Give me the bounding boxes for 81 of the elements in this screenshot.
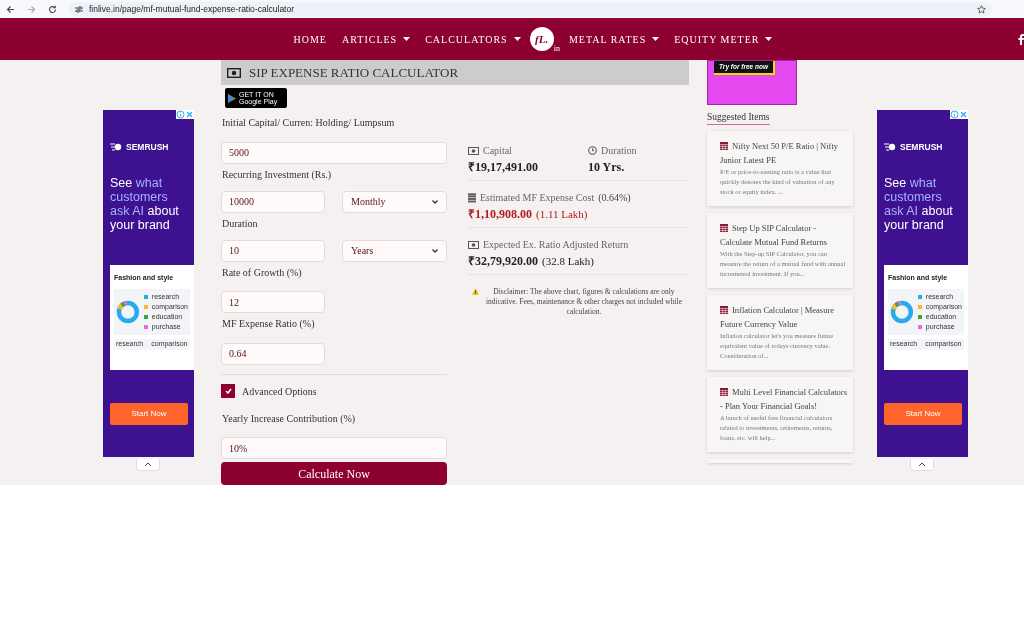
nav-link[interactable]: EQUITY METER — [674, 31, 773, 47]
info-icon[interactable] — [176, 110, 185, 119]
input-field[interactable]: 0.64 — [221, 342, 325, 365]
info-icon[interactable] — [950, 110, 959, 119]
chevron-up-icon — [918, 462, 926, 467]
collapse-tab[interactable] — [136, 459, 160, 471]
result-value: ₹32,79,920.00 — [468, 253, 538, 270]
card-title[interactable]: Nifty Next 50 P/E Ratio | Nifty Junior Latest PE — [720, 139, 847, 167]
money-icon — [468, 240, 479, 249]
calculator-icon — [720, 142, 728, 150]
card-title[interactable]: Step Up SIP Calculator - Calculate Mutual Fund Returns — [720, 221, 847, 249]
result-value: ₹1,10,908.00 — [468, 206, 532, 223]
collapse-tab[interactable] — [910, 459, 934, 471]
caret-icon — [513, 37, 521, 41]
input-field[interactable]: 10000 — [221, 190, 325, 213]
result-value: ₹19,17,491.00 — [468, 159, 539, 176]
input-field[interactable]: 12 — [221, 291, 325, 313]
field-label: Initial Capital/ Curren: Holding/ Lumpsum — [222, 117, 396, 129]
nav-link[interactable]: ARTICLES — [342, 31, 411, 47]
result-value: 10 Yrs. — [588, 159, 626, 176]
caret-icon — [765, 37, 773, 41]
checkbox-label: Advanced Options — [242, 384, 317, 399]
logo-icon — [884, 143, 896, 152]
card-title[interactable]: Inflation Calculator | Measure Future Currency Value — [720, 303, 847, 331]
nav-link[interactable]: CALCULATORS — [425, 31, 521, 47]
card-title[interactable]: Multi Level Financial Calculators - Plan Your Financial Goals! — [720, 385, 847, 413]
money-icon — [468, 146, 479, 155]
warning-icon — [472, 288, 479, 295]
result-label: Capital — [483, 144, 512, 158]
close-icon[interactable] — [959, 110, 968, 119]
calculator-icon — [720, 388, 728, 396]
lakh-value: (1.11 Lakh) — [536, 207, 588, 222]
address-bar[interactable]: finlive.in/page/mf-mutual-fund-expense-ratio-calculator — [69, 1, 992, 17]
result-label: Duration — [601, 144, 637, 158]
chevron-down-icon — [432, 199, 438, 204]
site-logo[interactable]: fL. — [529, 27, 554, 51]
ad-headline: See what customers ask AI about your brand — [110, 175, 180, 232]
caret-icon — [652, 37, 660, 41]
field-label: Rate of Growth (%) — [222, 266, 303, 279]
clock-icon — [588, 146, 597, 155]
field-label: Yearly Increase Contribution (%) — [222, 412, 357, 425]
input-field[interactable]: 10% — [221, 437, 447, 459]
play-icon — [228, 93, 236, 103]
caret-icon — [403, 37, 411, 41]
money-icon — [227, 67, 241, 78]
close-icon[interactable] — [185, 110, 194, 119]
section-heading: Suggested Items — [707, 111, 770, 125]
site-settings-icon — [75, 5, 83, 13]
nav-link[interactable]: METAL RATES — [568, 31, 660, 47]
lakh-value: (32.8 Lakh) — [542, 254, 594, 269]
chevron-down-icon — [432, 248, 438, 253]
expense-ratio-note: (0.64%) — [598, 191, 631, 205]
star-icon[interactable] — [977, 4, 986, 14]
check-icon — [224, 388, 232, 394]
chevron-up-icon — [144, 462, 152, 467]
calculate-now-button[interactable]: Calculate Now — [221, 462, 447, 485]
calculator-icon — [720, 224, 728, 232]
back-icon[interactable] — [6, 4, 15, 14]
nav-link[interactable]: HOME — [293, 31, 327, 47]
forward-icon[interactable] — [27, 4, 36, 14]
checkbox[interactable] — [221, 384, 235, 398]
reload-icon[interactable] — [48, 4, 57, 14]
calculator-title: SIP EXPENSE RATIO CALCULATOR — [249, 63, 459, 82]
calculator-icon — [720, 306, 728, 314]
logo-suffix: in — [553, 43, 560, 55]
field-label: MF Expense Ratio (%) — [222, 318, 316, 330]
coins-icon — [468, 192, 476, 203]
field-label: Recurring Investment (Rs.) — [222, 168, 333, 181]
field-label: Duration — [222, 217, 259, 230]
url-text: finlive.in/page/mf-mutual-fund-expense-ratio-calculator — [89, 2, 295, 16]
ad-headline: See what customers ask AI about your brand — [884, 175, 954, 232]
logo-icon — [110, 143, 122, 152]
result-label: Expected Ex. Ratio Adjusted Return — [483, 238, 629, 252]
input-field[interactable]: 5000 — [221, 141, 447, 164]
facebook-icon[interactable] — [1018, 33, 1024, 45]
ad-brand: SEMRUSH — [900, 141, 943, 154]
ad-brand: SEMRUSH — [126, 141, 169, 154]
input-field[interactable]: 10 — [221, 239, 325, 262]
select-field[interactable]: Monthly — [342, 190, 447, 213]
select-field[interactable]: Years — [342, 239, 447, 262]
result-label: Estimated MF Expense Cost — [480, 191, 595, 205]
